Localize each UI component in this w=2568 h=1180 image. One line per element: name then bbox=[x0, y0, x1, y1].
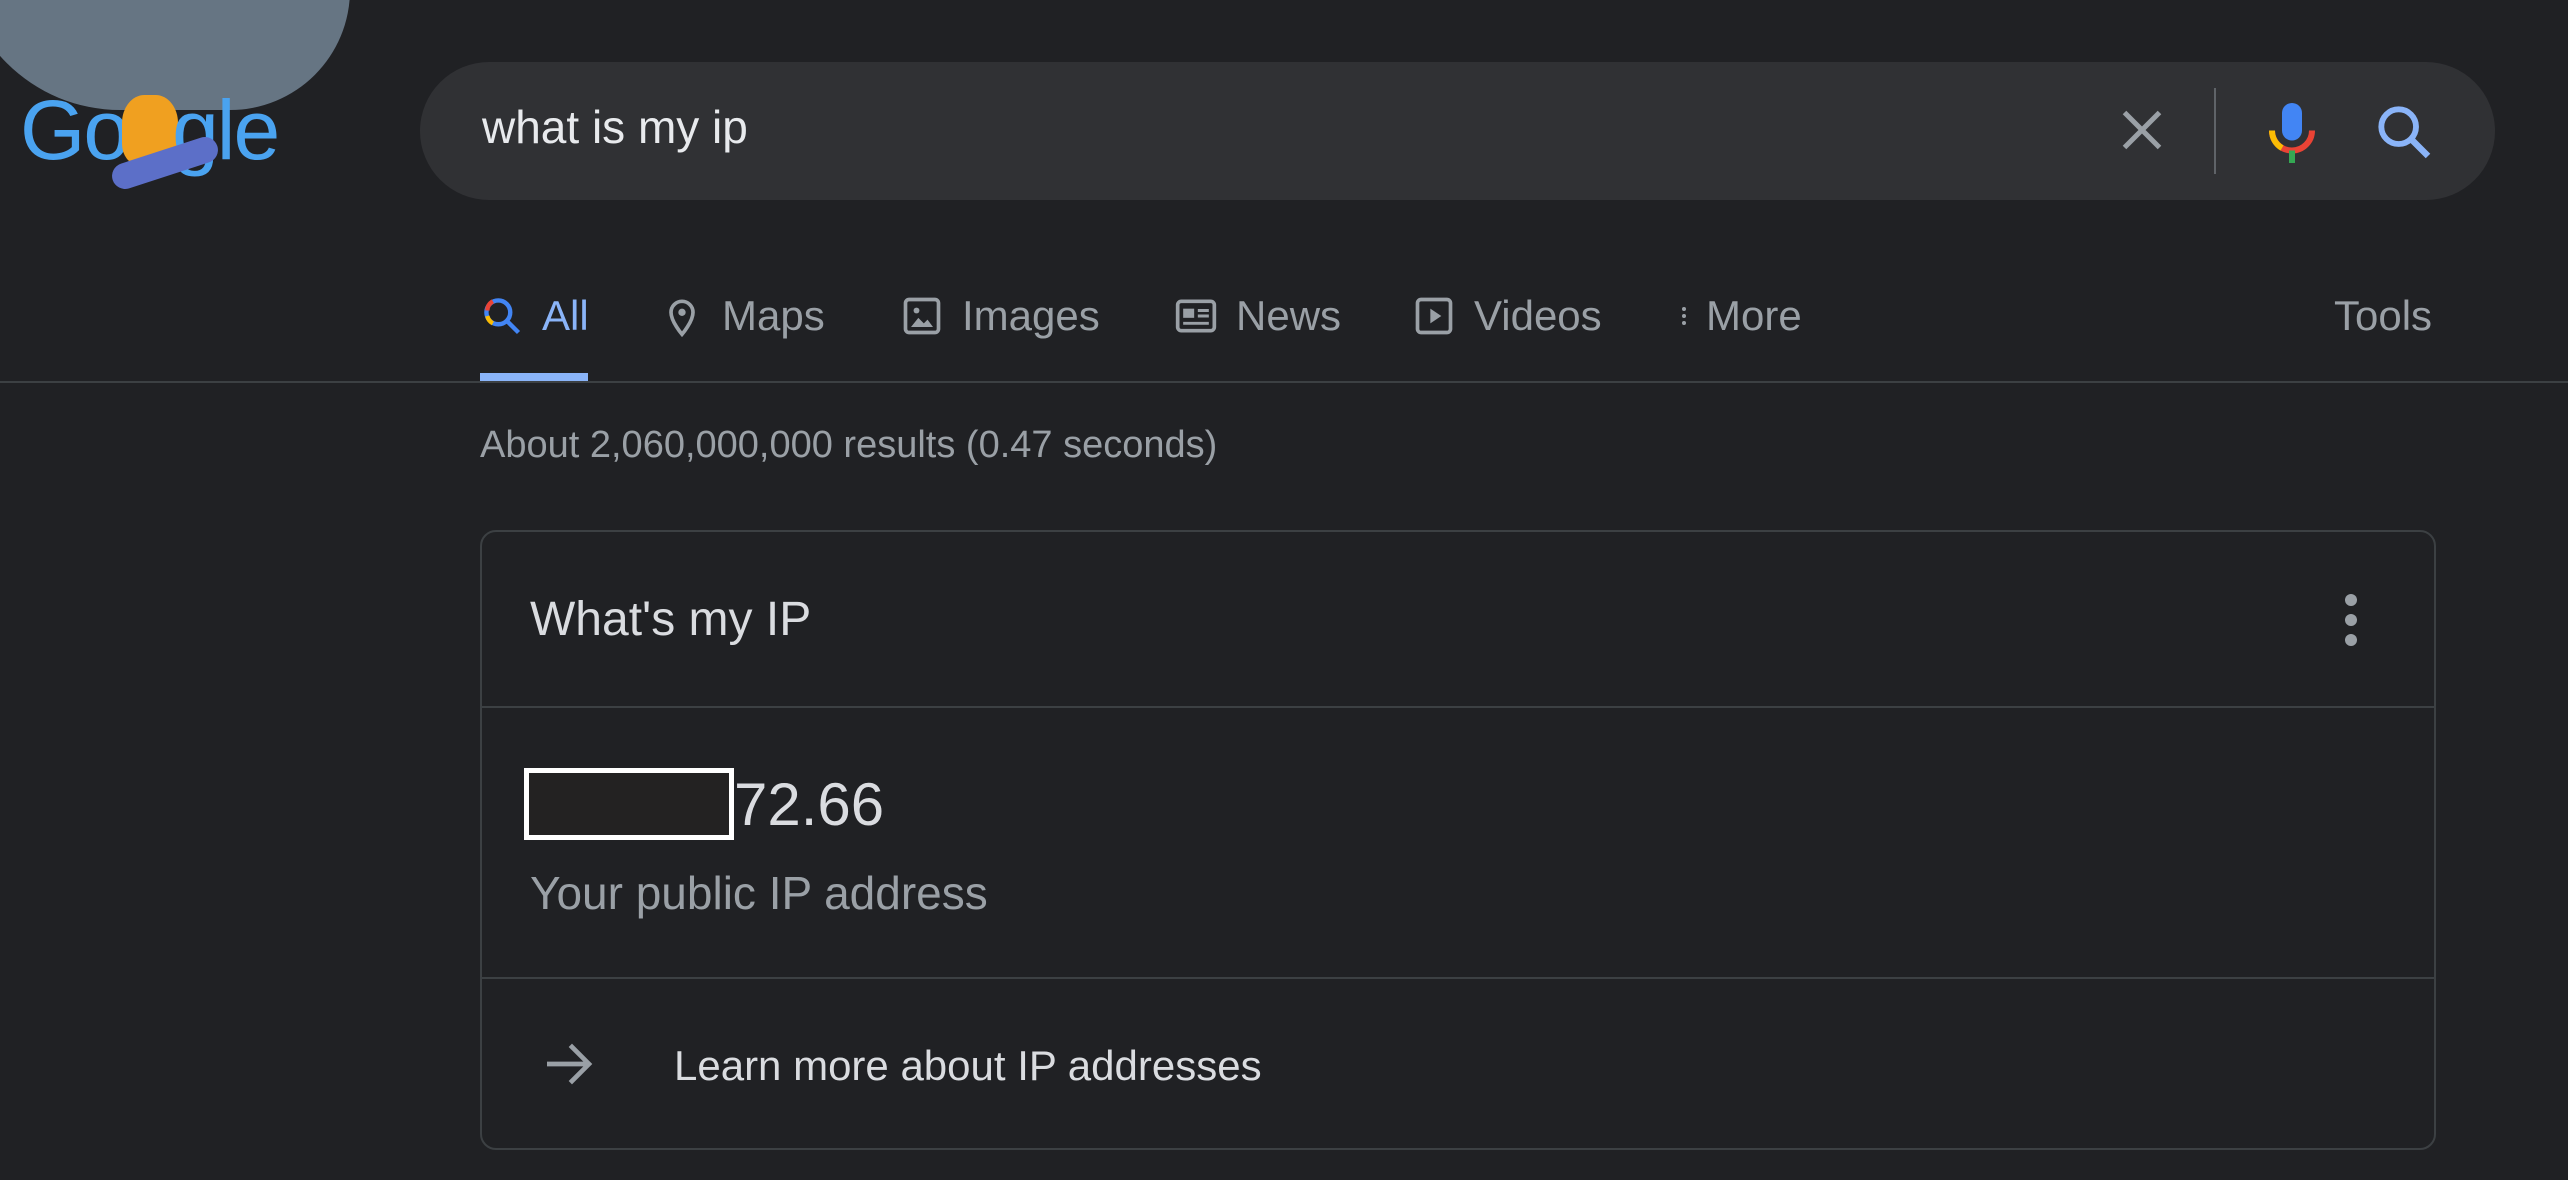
tab-maps[interactable]: Maps bbox=[660, 286, 825, 346]
map-pin-icon bbox=[669, 299, 695, 338]
search-divider bbox=[2214, 88, 2216, 174]
tab-images[interactable]: Images bbox=[900, 286, 1100, 346]
card-divider bbox=[482, 977, 2434, 979]
more-vert-icon bbox=[1682, 307, 1686, 325]
play-icon bbox=[1415, 297, 1453, 335]
tab-label: More bbox=[1706, 292, 1802, 339]
tab-label: All bbox=[542, 292, 589, 339]
ip-label: Your public IP address bbox=[530, 867, 988, 919]
search-input[interactable]: what is my ip bbox=[482, 100, 748, 154]
tab-label: Videos bbox=[1474, 292, 1602, 339]
ip-address: 72.66 bbox=[734, 771, 885, 838]
learn-more-link[interactable]: Learn more about IP addresses bbox=[674, 1042, 1262, 1090]
image-icon bbox=[903, 297, 941, 335]
tab-label: News bbox=[1236, 292, 1342, 339]
close-icon[interactable] bbox=[2112, 100, 2172, 160]
arrow-right-icon[interactable] bbox=[540, 1036, 596, 1092]
tab-label: Maps bbox=[722, 292, 825, 339]
tools-button[interactable]: Tools bbox=[2334, 286, 2432, 346]
tab-news[interactable]: News bbox=[1174, 286, 1341, 346]
mic-icon[interactable] bbox=[2262, 98, 2322, 168]
more-options-icon[interactable] bbox=[2336, 590, 2366, 650]
card-divider bbox=[482, 706, 2434, 708]
active-tab-indicator bbox=[480, 373, 588, 381]
tab-more[interactable]: More bbox=[1672, 286, 1802, 346]
search-icon[interactable] bbox=[2372, 100, 2436, 164]
news-icon bbox=[1175, 299, 1217, 333]
header-divider bbox=[0, 381, 2568, 383]
tab-videos[interactable]: Videos bbox=[1412, 286, 1602, 346]
tab-all[interactable]: All bbox=[480, 286, 589, 346]
card-title: What's my IP bbox=[530, 593, 812, 646]
tools-label: Tools bbox=[2334, 292, 2433, 339]
search-icon bbox=[484, 298, 521, 335]
result-stats: About 2,060,000,000 results (0.47 second… bbox=[480, 424, 1218, 466]
redaction-box bbox=[524, 768, 734, 840]
tab-label: Images bbox=[962, 292, 1100, 339]
